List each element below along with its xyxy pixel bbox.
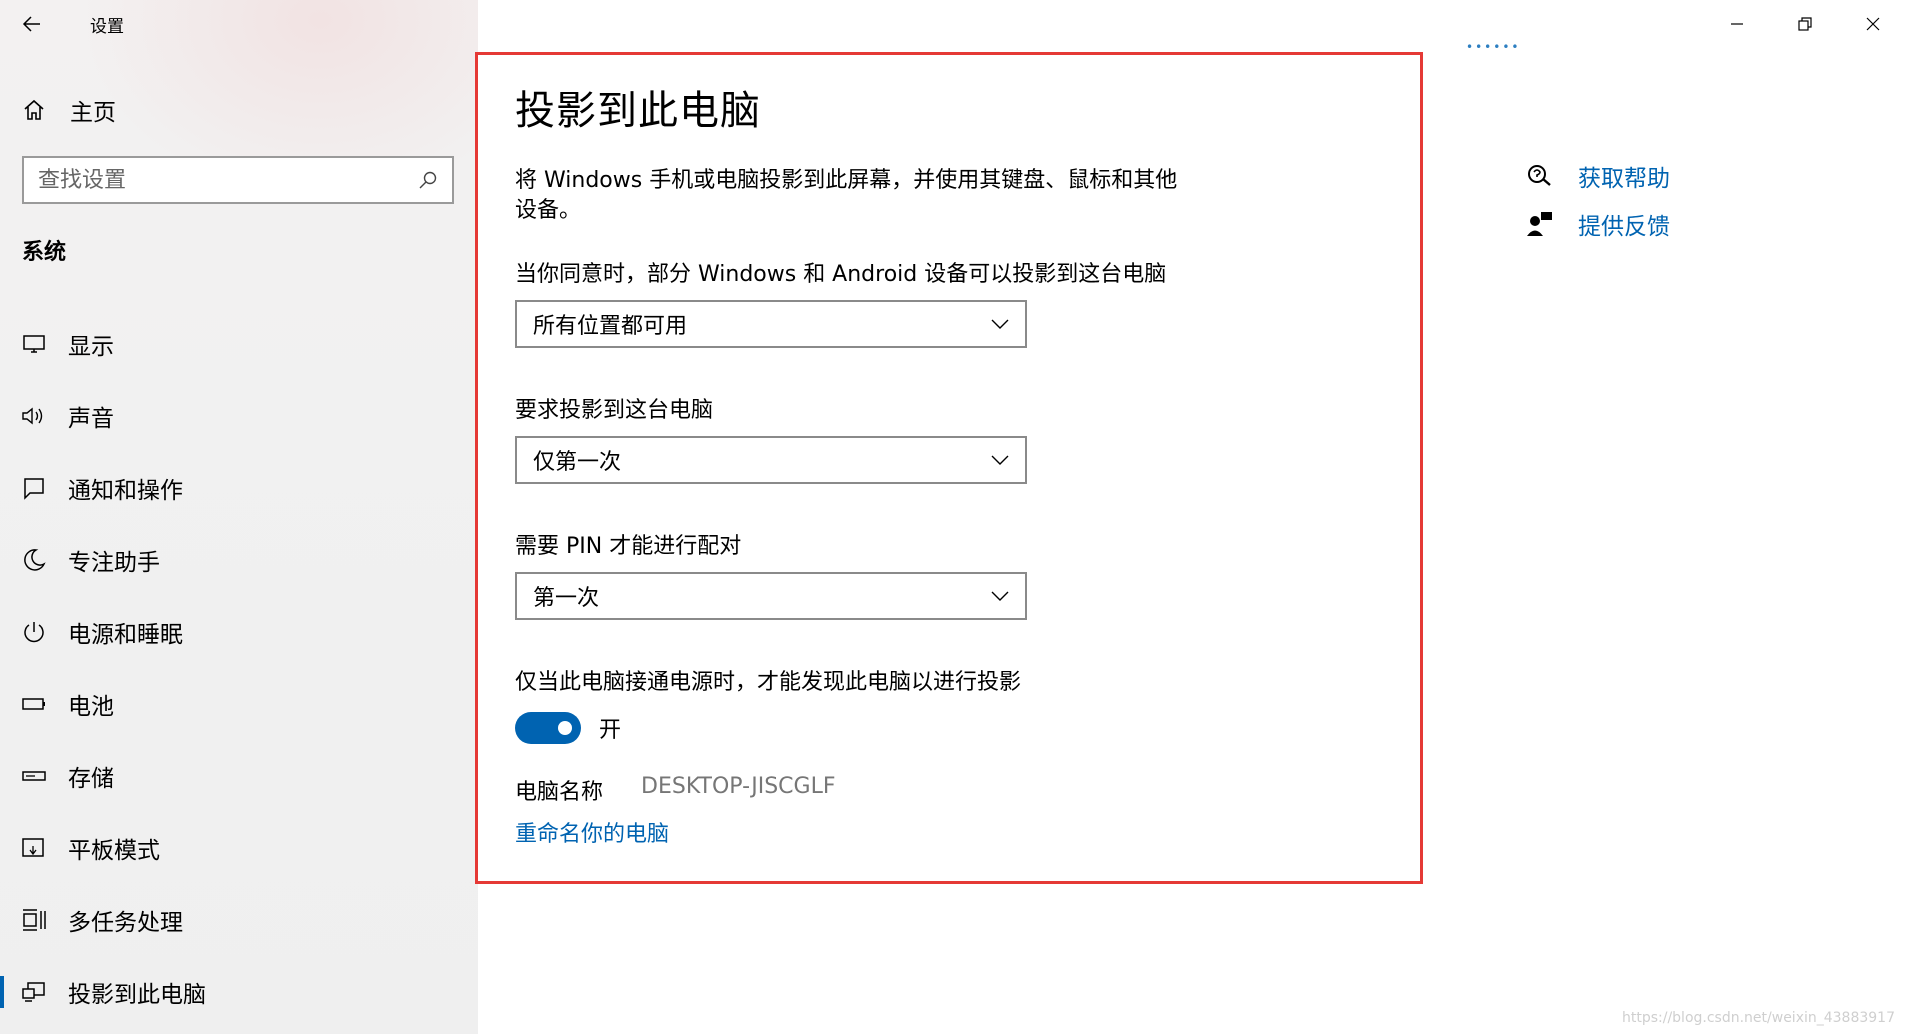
search-icon[interactable] bbox=[418, 170, 438, 190]
sidebar-item-home[interactable]: 主页 bbox=[0, 88, 478, 132]
ask-to-project-dropdown[interactable]: 仅第一次 bbox=[515, 436, 1027, 484]
dropdown-value: 所有位置都可用 bbox=[533, 314, 688, 339]
multitask-icon bbox=[0, 908, 68, 932]
rename-pc-link[interactable]: 重命名你的电脑 bbox=[515, 816, 669, 848]
pin-pairing-dropdown[interactable]: 第一次 bbox=[515, 572, 1027, 620]
sidebar-item-label: 多任务处理 bbox=[68, 910, 183, 936]
title-bar: 设置 bbox=[0, 0, 478, 48]
sidebar-item-tablet-mode[interactable]: 平板模式 bbox=[0, 812, 478, 884]
power-icon bbox=[0, 620, 68, 644]
help-panel: 获取帮助 提供反馈 bbox=[1526, 152, 1670, 248]
back-arrow-icon bbox=[22, 16, 40, 32]
storage-icon bbox=[0, 768, 68, 784]
minimize-button[interactable] bbox=[1703, 0, 1771, 48]
search-input[interactable] bbox=[38, 167, 418, 193]
sidebar-item-label: 显示 bbox=[68, 334, 114, 360]
settings-content: 投影到此电脑 将 Windows 手机或电脑投影到此屏幕，并使用其键盘、鼠标和其… bbox=[515, 78, 1215, 848]
home-icon bbox=[0, 98, 68, 122]
pc-name-row: 电脑名称 DESKTOP-JISCGLF bbox=[515, 774, 1215, 806]
restore-button[interactable] bbox=[1771, 0, 1839, 48]
project-icon bbox=[0, 980, 68, 1004]
sidebar-item-label: 专注助手 bbox=[68, 550, 160, 576]
restore-icon bbox=[1798, 17, 1812, 31]
sidebar-item-multitasking[interactable]: 多任务处理 bbox=[0, 884, 478, 956]
pc-name-value: DESKTOP-JISCGLF bbox=[641, 774, 836, 799]
chevron-down-icon bbox=[991, 591, 1009, 601]
plugged-in-label: 仅当此电脑接通电源时，才能发现此电脑以进行投影 bbox=[515, 670, 1022, 695]
feedback-label: 提供反馈 bbox=[1578, 214, 1670, 240]
sidebar-nav: 显示 声音 通知和操作 专注助手 电源和睡眠 电池 存储 平板模式 多任务处理 … bbox=[0, 308, 478, 1028]
toggle-state-label: 开 bbox=[599, 718, 622, 743]
battery-icon bbox=[0, 696, 68, 712]
page-description: 将 Windows 手机或电脑投影到此屏幕，并使用其键盘、鼠标和其他设备。 bbox=[515, 168, 1178, 223]
sound-icon bbox=[0, 405, 68, 427]
sidebar-item-sound[interactable]: 声音 bbox=[0, 380, 478, 452]
sidebar-item-label: 存储 bbox=[68, 766, 114, 792]
close-button[interactable] bbox=[1839, 0, 1907, 48]
availability-label: 当你同意时，部分 Windows 和 Android 设备可以投影到这台电脑 bbox=[515, 262, 1167, 287]
get-help-label: 获取帮助 bbox=[1578, 166, 1670, 192]
watermark: https://blog.csdn.net/weixin_43883917 bbox=[1621, 1010, 1895, 1026]
notification-icon bbox=[0, 476, 68, 500]
dropdown-value: 仅第一次 bbox=[533, 450, 622, 475]
sidebar-item-focus-assist[interactable]: 专注助手 bbox=[0, 524, 478, 596]
sidebar-item-label: 投影到此电脑 bbox=[68, 982, 206, 1008]
display-icon bbox=[0, 333, 68, 355]
pin-pairing-label: 需要 PIN 才能进行配对 bbox=[515, 534, 742, 559]
close-icon bbox=[1866, 17, 1880, 31]
page-title: 投影到此电脑 bbox=[515, 88, 761, 134]
sidebar-item-label: 电源和睡眠 bbox=[68, 622, 183, 648]
ask-to-project-label: 要求投影到这台电脑 bbox=[515, 398, 714, 423]
window-controls bbox=[1703, 0, 1907, 48]
plugged-in-toggle[interactable] bbox=[515, 712, 581, 744]
sidebar-item-power-sleep[interactable]: 电源和睡眠 bbox=[0, 596, 478, 668]
loading-dots-icon: •••••• bbox=[1466, 40, 1521, 54]
sidebar-item-project-to-pc[interactable]: 投影到此电脑 bbox=[0, 956, 478, 1028]
sidebar-item-label: 电池 bbox=[68, 694, 114, 720]
focus-moon-icon bbox=[0, 548, 68, 572]
tablet-icon bbox=[0, 836, 68, 860]
minimize-icon bbox=[1731, 23, 1743, 25]
dropdown-value: 第一次 bbox=[533, 586, 600, 611]
plugged-in-toggle-row: 开 bbox=[515, 712, 1215, 744]
pc-name-label: 电脑名称 bbox=[515, 780, 604, 805]
feedback-link[interactable]: 提供反馈 bbox=[1526, 200, 1670, 248]
sidebar-item-notifications[interactable]: 通知和操作 bbox=[0, 452, 478, 524]
toggle-knob bbox=[558, 721, 572, 735]
sidebar-item-label: 主页 bbox=[70, 100, 116, 126]
sidebar-item-storage[interactable]: 存储 bbox=[0, 740, 478, 812]
app-title: 设置 bbox=[90, 16, 124, 37]
sidebar-item-label: 通知和操作 bbox=[68, 478, 183, 504]
search-box[interactable] bbox=[22, 156, 454, 204]
chevron-down-icon bbox=[991, 455, 1009, 465]
availability-dropdown[interactable]: 所有位置都可用 bbox=[515, 300, 1027, 348]
sidebar-item-display[interactable]: 显示 bbox=[0, 308, 478, 380]
get-help-link[interactable]: 获取帮助 bbox=[1526, 152, 1670, 200]
section-label-system: 系统 bbox=[22, 240, 67, 265]
help-chat-icon bbox=[1526, 163, 1578, 189]
feedback-person-icon bbox=[1526, 211, 1578, 237]
sidebar-item-battery[interactable]: 电池 bbox=[0, 668, 478, 740]
sidebar-item-label: 声音 bbox=[68, 406, 114, 432]
back-button[interactable] bbox=[0, 0, 64, 48]
sidebar-item-label: 平板模式 bbox=[68, 838, 160, 864]
sidebar: 设置 主页 系统 显示 声音 bbox=[0, 0, 478, 1034]
chevron-down-icon bbox=[991, 319, 1009, 329]
